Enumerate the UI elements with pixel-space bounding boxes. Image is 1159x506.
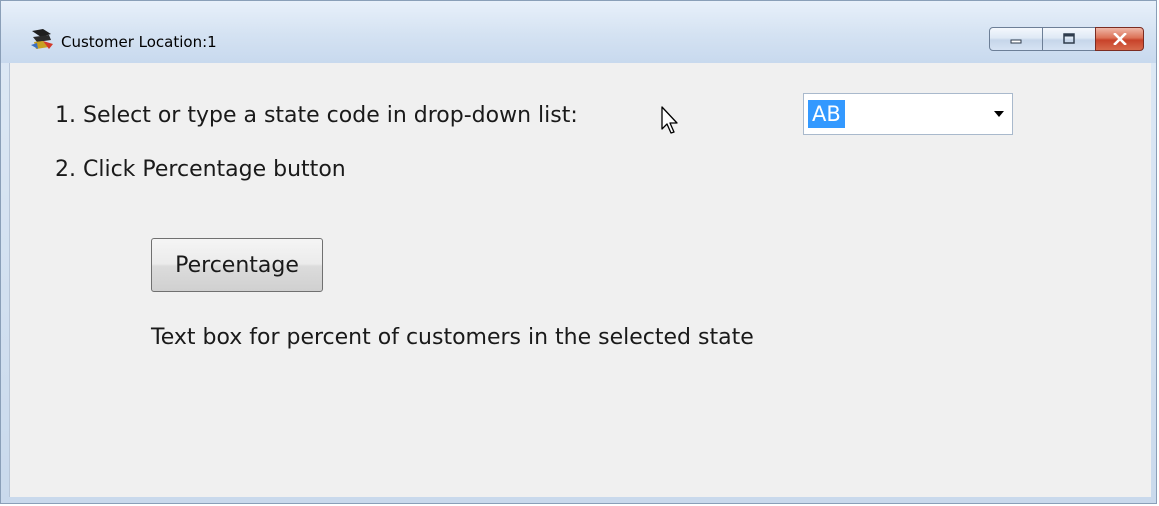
dropdown-selected-value[interactable]: AB [808, 100, 845, 128]
maximize-icon [1063, 33, 1075, 44]
result-text: Text box for percent of customers in the… [151, 325, 754, 350]
client-area: 1. Select or type a state code in drop-d… [9, 63, 1151, 497]
close-button[interactable] [1095, 27, 1144, 51]
minimize-icon [1010, 39, 1022, 44]
chevron-down-icon[interactable] [994, 111, 1004, 117]
minimize-button[interactable] [989, 27, 1043, 51]
app-window: Customer Location:1 1. Select or type a … [0, 0, 1157, 504]
maximize-button[interactable] [1042, 27, 1096, 51]
title-bar[interactable]: Customer Location:1 [1, 1, 1156, 63]
window-title: Customer Location:1 [61, 33, 217, 51]
close-icon [1112, 33, 1127, 45]
percentage-button[interactable]: Percentage [151, 238, 323, 292]
mouse-pointer-icon [661, 106, 678, 134]
state-code-dropdown[interactable]: AB [803, 93, 1013, 135]
instruction-step-2: 2. Click Percentage button [55, 157, 346, 182]
instruction-step-1: 1. Select or type a state code in drop-d… [55, 103, 578, 128]
app-icon [31, 29, 53, 49]
